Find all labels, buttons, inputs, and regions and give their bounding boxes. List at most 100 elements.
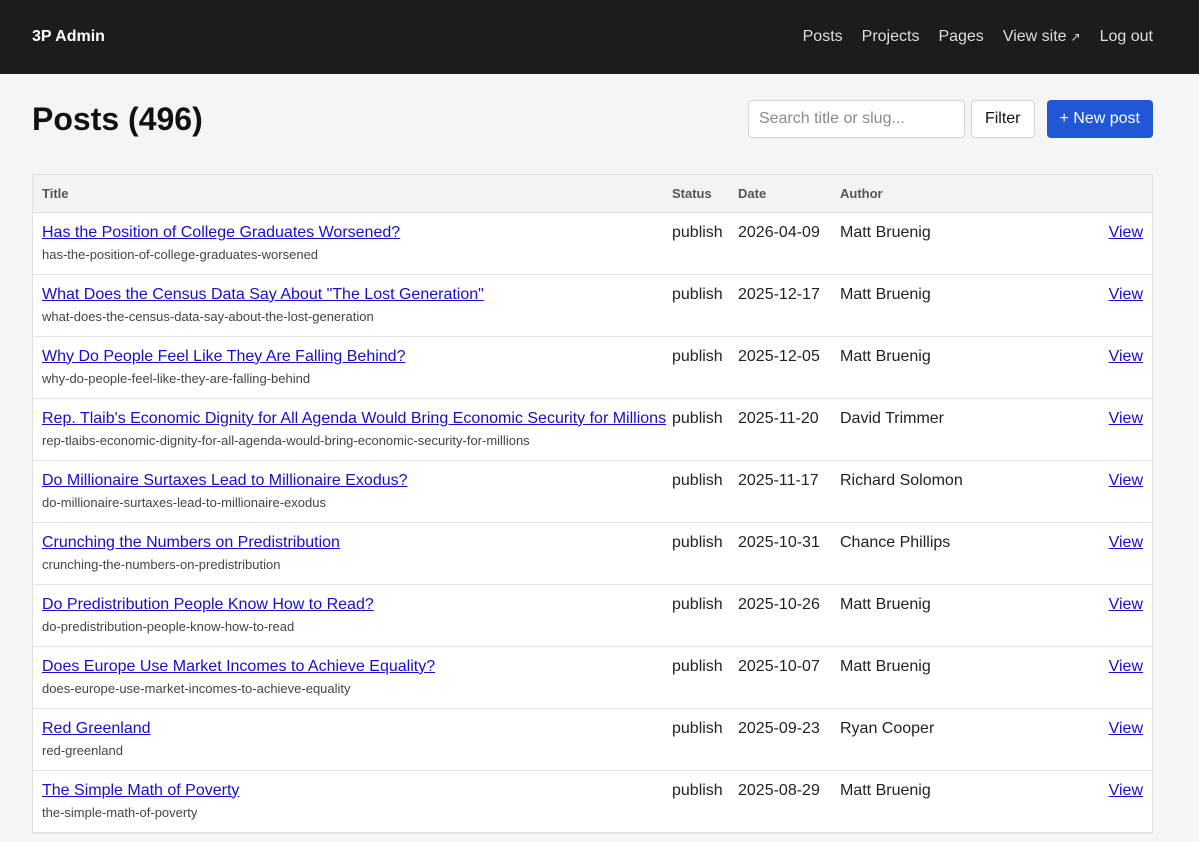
title-cell: Crunching the Numbers on Predistribution… <box>33 522 663 585</box>
title-cell: The Simple Math of Poverty the-simple-mat… <box>33 770 663 833</box>
view-post-link[interactable]: View <box>1109 286 1143 303</box>
view-post-link[interactable]: View <box>1109 596 1143 613</box>
title-cell: Why Do People Feel Like They Are Falling… <box>33 336 663 399</box>
table-row: Red Greenland red-greenland publish 2025-… <box>33 708 1152 771</box>
title-cell: Do Millionaire Surtaxes Lead to Milliona… <box>33 460 663 523</box>
table-row: What Does the Census Data Say About "The… <box>33 274 1152 337</box>
status-cell: publish <box>663 398 729 461</box>
table-row: Do Predistribution People Know How to Re… <box>33 584 1152 647</box>
view-post-link[interactable]: View <box>1109 534 1143 551</box>
author-cell: Chance Phillips <box>831 522 1031 585</box>
post-author: Matt Bruenig <box>840 595 931 613</box>
post-status: publish <box>672 347 723 365</box>
post-author: Chance Phillips <box>840 533 951 551</box>
table-row: Has the Position of College Graduates Wo… <box>33 212 1152 275</box>
table-row: Why Do People Feel Like They Are Falling… <box>33 336 1152 399</box>
post-title-link[interactable]: Why Do People Feel Like They Are Falling… <box>42 346 654 368</box>
post-slug: has-the-position-of-college-graduates-wo… <box>42 246 319 262</box>
date-cell: 2025-10-31 <box>729 522 831 585</box>
title-cell: What Does the Census Data Say About "The… <box>33 274 663 337</box>
nav-projects[interactable]: Projects <box>862 28 920 46</box>
date-cell: 2025-08-29 <box>729 770 831 833</box>
search-input[interactable] <box>747 100 965 138</box>
author-cell: Ryan Cooper <box>831 708 1031 771</box>
date-cell: 2025-10-26 <box>729 584 831 647</box>
filter-button[interactable]: Filter <box>970 100 1035 138</box>
author-cell: Richard Solomon <box>831 460 1031 523</box>
post-title-link[interactable]: Crunching the Numbers on Predistribution <box>42 532 654 554</box>
post-date: 2025-09-23 <box>738 719 820 737</box>
table-row: Does Europe Use Market Incomes to Achiev… <box>33 646 1152 709</box>
post-title-link[interactable]: What Does the Census Data Say About "The… <box>42 284 654 306</box>
table-row: Rep. Tlaib's Economic Dignity for All Ag… <box>33 398 1152 461</box>
status-cell: publish <box>663 460 729 523</box>
author-cell: Matt Bruenig <box>831 770 1031 833</box>
post-title-link[interactable]: Rep. Tlaib's Economic Dignity for All Ag… <box>42 408 666 430</box>
status-cell: publish <box>663 770 729 833</box>
post-author: Matt Bruenig <box>840 657 931 675</box>
post-title-link[interactable]: Red Greenland <box>42 718 654 740</box>
post-author: Matt Bruenig <box>840 223 931 241</box>
column-header-status: Status <box>663 175 729 213</box>
view-cell: View <box>1031 336 1152 399</box>
nav-view-site-label: View site <box>1002 28 1067 45</box>
post-date: 2025-12-05 <box>738 347 820 365</box>
title-cell: Red Greenland red-greenland <box>33 708 663 771</box>
date-cell: 2025-09-23 <box>729 708 831 771</box>
post-status: publish <box>672 781 723 799</box>
author-cell: David Trimmer <box>831 398 1031 461</box>
post-author: Matt Bruenig <box>840 285 931 303</box>
table-row: Do Millionaire Surtaxes Lead to Milliona… <box>33 460 1152 523</box>
view-post-link[interactable]: View <box>1109 720 1143 737</box>
view-post-link[interactable]: View <box>1109 410 1143 427</box>
post-title-link[interactable]: Does Europe Use Market Incomes to Achiev… <box>42 656 654 678</box>
status-cell: publish <box>663 274 729 337</box>
post-status: publish <box>672 595 723 613</box>
title-cell: Rep. Tlaib's Economic Dignity for All Ag… <box>33 398 666 461</box>
post-date: 2025-12-17 <box>738 285 820 303</box>
view-post-link[interactable]: View <box>1109 472 1143 489</box>
new-post-button[interactable]: + New post <box>1046 100 1153 138</box>
post-author: Matt Bruenig <box>840 781 931 799</box>
post-title-link[interactable]: Has the Position of College Graduates Wo… <box>42 222 654 244</box>
nav-posts[interactable]: Posts <box>803 28 843 46</box>
view-cell: View <box>1031 522 1152 585</box>
title-cell: Does Europe Use Market Incomes to Achiev… <box>33 646 663 709</box>
table-header: Title Status Date Author <box>33 175 1152 213</box>
status-cell: publish <box>663 212 729 275</box>
title-cell: Has the Position of College Graduates Wo… <box>33 212 663 275</box>
post-status: publish <box>672 223 723 241</box>
author-cell: Matt Bruenig <box>831 646 1031 709</box>
author-cell: Matt Bruenig <box>831 336 1031 399</box>
post-slug: the-simple-math-of-poverty <box>42 804 198 820</box>
column-header-actions <box>1031 175 1152 213</box>
nav-pages[interactable]: Pages <box>938 28 983 46</box>
external-link-icon: ↗ <box>1070 30 1081 44</box>
post-date: 2025-11-17 <box>738 471 819 489</box>
post-status: publish <box>672 657 723 675</box>
table-body: Has the Position of College Graduates Wo… <box>33 212 1152 833</box>
post-date: 2025-10-31 <box>738 533 820 551</box>
nav-log-out[interactable]: Log out <box>1100 28 1153 46</box>
post-title-link[interactable]: Do Millionaire Surtaxes Lead to Milliona… <box>42 470 654 492</box>
view-post-link[interactable]: View <box>1109 658 1143 675</box>
date-cell: 2025-12-17 <box>729 274 831 337</box>
status-cell: publish <box>663 646 729 709</box>
view-post-link[interactable]: View <box>1109 348 1143 365</box>
view-post-link[interactable]: View <box>1109 782 1143 799</box>
table-row: The Simple Math of Poverty the-simple-mat… <box>33 770 1152 833</box>
post-author: Richard Solomon <box>840 471 963 489</box>
view-cell: View <box>1031 770 1152 833</box>
post-title-link[interactable]: The Simple Math of Poverty <box>42 780 654 802</box>
brand-logo[interactable]: 3P Admin <box>32 28 105 46</box>
page-actions: Filter + New post <box>747 100 1153 138</box>
status-cell: publish <box>663 708 729 771</box>
table-row: Crunching the Numbers on Predistribution… <box>33 522 1152 585</box>
nav-view-site[interactable]: View site ↗ <box>1003 28 1081 46</box>
post-date: 2025-11-20 <box>738 409 819 427</box>
view-cell: View <box>1031 398 1152 461</box>
view-post-link[interactable]: View <box>1109 224 1143 241</box>
page-title: Posts (496) <box>32 100 203 137</box>
post-slug: do-predistribution-people-know-how-to-re… <box>42 618 295 634</box>
post-title-link[interactable]: Do Predistribution People Know How to Re… <box>42 594 654 616</box>
